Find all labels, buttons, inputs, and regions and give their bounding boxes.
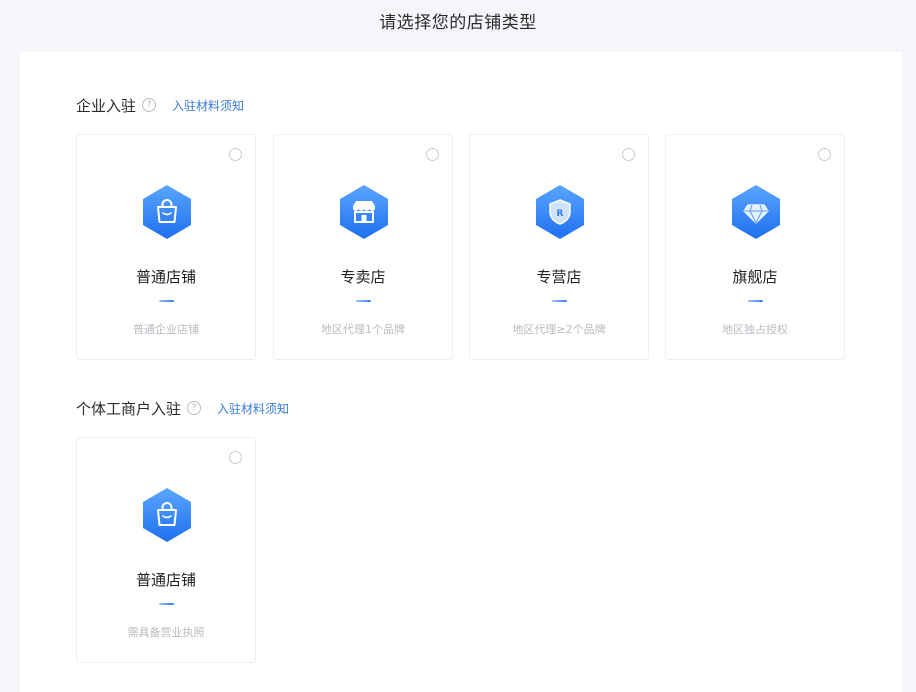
individual-section-header: 个体工商户入驻 ? 入驻材料须知 <box>76 398 289 418</box>
store-card-specialty[interactable]: R 专营店 地区代理≥2个品牌 <box>469 134 649 360</box>
store-card-radio[interactable] <box>229 148 242 161</box>
section-title: 个体工商户入驻 <box>76 399 182 418</box>
enterprise-notice-link[interactable]: 入驻材料须知 <box>172 97 244 114</box>
store-card-underline <box>356 300 371 302</box>
store-card-name: 普通店铺 <box>135 571 196 589</box>
store-card-desc: 普通企业店铺 <box>133 323 199 336</box>
question-circle-icon[interactable]: ? <box>142 98 157 112</box>
diamond-icon <box>732 185 780 239</box>
store-card-desc: 需具备营业执照 <box>127 626 205 639</box>
section-title: 企业入驻 <box>76 96 137 115</box>
store-card-radio[interactable] <box>426 148 439 161</box>
shield-r-icon: R <box>536 185 584 239</box>
question-circle-icon[interactable]: ? <box>187 401 202 415</box>
page-title: 请选择您的店铺类型 <box>379 13 537 33</box>
store-card-exclusive[interactable]: 专卖店 地区代理1个品牌 <box>273 134 453 360</box>
svg-text:R: R <box>557 209 564 219</box>
store-card-desc: 地区代理1个品牌 <box>321 323 405 336</box>
store-card-flagship[interactable]: 旗舰店 地区独占授权 <box>665 134 845 360</box>
store-type-panel: 企业入驻 ? 入驻材料须知 普通店铺 普通企业店铺 专卖店 地区代理1个品牌 R… <box>20 52 902 692</box>
store-card-underline <box>159 300 174 302</box>
enterprise-section-header: 企业入驻 ? 入驻材料须知 <box>76 95 244 115</box>
store-card-ordinary[interactable]: 普通店铺 普通企业店铺 <box>76 134 256 360</box>
store-card-underline <box>159 603 174 605</box>
store-card-radio[interactable] <box>229 451 242 464</box>
shopping-bag-icon <box>143 488 191 542</box>
store-card-individual-ordinary[interactable]: 普通店铺 需具备营业执照 <box>76 437 256 663</box>
store-card-name: 专卖店 <box>340 268 386 286</box>
store-card-name: 普通店铺 <box>135 268 196 286</box>
store-card-underline <box>748 300 763 302</box>
store-card-name: 专营店 <box>536 268 582 286</box>
store-card-radio[interactable] <box>818 148 831 161</box>
shopping-bag-icon <box>143 185 191 239</box>
individual-notice-link[interactable]: 入驻材料须知 <box>217 400 289 417</box>
store-card-underline <box>552 300 567 302</box>
store-card-name: 旗舰店 <box>732 268 778 286</box>
storefront-icon <box>340 185 388 239</box>
store-card-desc: 地区代理≥2个品牌 <box>512 323 606 336</box>
store-card-radio[interactable] <box>622 148 635 161</box>
store-card-desc: 地区独占授权 <box>722 323 788 336</box>
